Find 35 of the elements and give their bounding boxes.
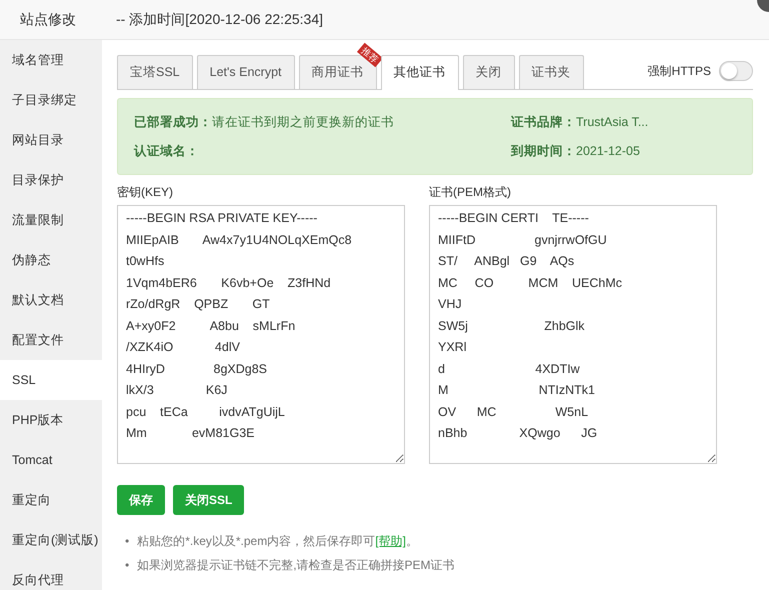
tab[interactable]: 关闭 xyxy=(462,55,515,89)
cert-label: 证书(PEM格式) xyxy=(429,184,512,202)
force-https-label: 强制HTTPS xyxy=(648,62,711,80)
sidebar-item[interactable]: Tomcat xyxy=(0,440,102,480)
sidebar-item[interactable]: PHP版本 xyxy=(0,400,102,440)
key-textarea[interactable]: -----BEGIN RSA PRIVATE KEY----- MIIEpAIB Aw4x7y1U4NOLqXEmQc8 t0wHfs 1Vqm4bER6 K6vb+Oe Z3fHNd rZo/dRgR QPBZ GT A+xy0F2 A8bu sMLrFn /XZK4iO 4dlV 4HIryD 8gXDg8S lkX/3 K6J pcu tECa ivdvATgUijL Mm evM81G3E xyxy=(117,205,405,464)
tab[interactable]: 宝塔SSL xyxy=(117,55,193,89)
bullet-mark: • xyxy=(125,557,130,574)
bullet-mark: • xyxy=(125,533,130,550)
tab[interactable]: Let's Encrypt xyxy=(196,55,295,89)
deployed-status: 已部署成功：请在证书到期之前更换新的证书 xyxy=(134,114,394,131)
sidebar-item[interactable]: 流量限制 xyxy=(0,200,102,240)
note-text: 如果浏览器提示证书链不完整,请检查是否正确拼接PEM证书 xyxy=(137,557,455,574)
expiry-info: 到期时间：2021-12-05 xyxy=(511,142,641,160)
sidebar-item[interactable]: 目录保护 xyxy=(0,160,102,200)
key-label: 密钥(KEY) xyxy=(117,184,174,202)
sidebar-item[interactable]: 重定向(测试版) xyxy=(0,520,102,560)
sidebar-item[interactable]: 伪静态 xyxy=(0,240,102,280)
cert-textarea[interactable]: -----BEGIN CERTI TE----- MIIFtD gvnjrrwOfGU ST/ ANBgl G9 AQs MC CO MCM UEChMc VHJ SW5j ZhbGlk YXRl d 4XDTIw M NTIzNTk1 OV MC W5nL nBhb XQwgo JG xyxy=(429,205,717,464)
force-https-toggle[interactable] xyxy=(719,60,753,81)
tab[interactable]: 其他证书 xyxy=(380,55,459,90)
sidebar-item[interactable]: 重定向 xyxy=(0,480,102,520)
domain-label: 认证域名： xyxy=(134,142,200,160)
sidebar-item[interactable]: 网站目录 xyxy=(0,120,102,160)
sidebar-item[interactable]: 配置文件 xyxy=(0,320,102,360)
window-subtitle: -- 添加时间[2020-12-06 22:25:34] xyxy=(116,10,323,29)
sidebar-item[interactable]: 默认文档 xyxy=(0,280,102,320)
tab[interactable]: 证书夹 xyxy=(518,55,584,89)
sidebar-item[interactable]: 反向代理 xyxy=(0,560,102,590)
window-title: 站点修改 xyxy=(20,10,76,29)
sidebar-item[interactable]: 域名管理 xyxy=(0,40,102,80)
brand-info: 证书品牌：TrustAsia T... xyxy=(511,114,650,131)
sidebar-item[interactable]: SSL xyxy=(0,360,102,400)
note-text: 粘贴您的*.key以及*.pem内容，然后保存即可[帮助]。 xyxy=(137,533,418,550)
sidebar-item[interactable]: 子目录绑定 xyxy=(0,80,102,120)
